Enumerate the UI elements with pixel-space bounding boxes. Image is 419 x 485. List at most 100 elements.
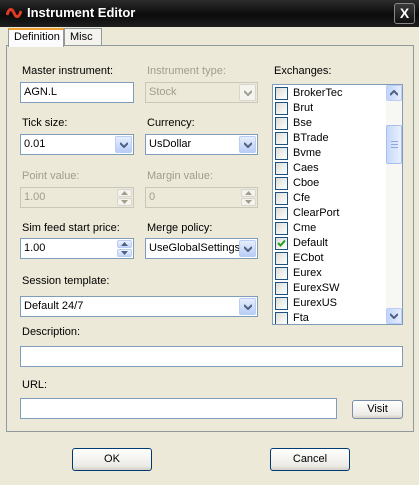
- url-label: URL:: [22, 379, 48, 391]
- point-value-label: Point value:: [22, 170, 80, 182]
- exchange-item[interactable]: Cme: [275, 221, 387, 236]
- checkbox[interactable]: [275, 162, 288, 175]
- exchange-item-label: Eurex: [293, 267, 322, 279]
- checkbox[interactable]: [275, 252, 288, 265]
- checkbox-checked[interactable]: [275, 237, 288, 250]
- exchange-item[interactable]: Bse: [275, 116, 387, 131]
- checkbox[interactable]: [275, 102, 288, 115]
- checkbox[interactable]: [275, 177, 288, 190]
- exchanges-scrollbar[interactable]: [386, 85, 402, 324]
- tick-size-label: Tick size:: [22, 117, 68, 129]
- checkbox[interactable]: [275, 267, 288, 280]
- checkbox[interactable]: [275, 132, 288, 145]
- chevron-down-icon: [239, 84, 256, 101]
- tick-size-select[interactable]: 0.01: [20, 134, 134, 155]
- sim-feed-start-price-spinner[interactable]: 1.00: [20, 238, 134, 259]
- session-template-select[interactable]: Default 24/7: [20, 296, 258, 317]
- exchange-item-label: ECbot: [293, 252, 324, 264]
- point-value-value: 1.00: [24, 191, 46, 203]
- url-field[interactable]: [20, 398, 337, 419]
- tick-size-value: 0.01: [24, 138, 46, 150]
- exchange-item-label: Bse: [293, 117, 312, 129]
- exchange-item-label: Cboe: [293, 177, 320, 189]
- exchange-item-label: Default: [293, 237, 328, 249]
- tab-misc[interactable]: Misc: [64, 28, 102, 46]
- currency-label: Currency:: [147, 117, 195, 129]
- sim-feed-start-price-value: 1.00: [24, 242, 46, 254]
- exchange-item[interactable]: ECbot: [275, 251, 387, 266]
- instrument-type-select[interactable]: Stock: [145, 82, 258, 103]
- spin-down-icon: [241, 198, 256, 206]
- currency-value: UsDollar: [149, 138, 192, 150]
- spin-up-icon: [117, 189, 132, 197]
- tab-definition[interactable]: Definition: [8, 28, 64, 47]
- exchange-item-label: BTrade: [293, 132, 329, 144]
- master-instrument-field[interactable]: AGN.L: [20, 82, 134, 103]
- point-value-spinner[interactable]: 1.00: [20, 187, 134, 208]
- scroll-down-button[interactable]: [386, 308, 402, 324]
- spinner-buttons: [117, 240, 132, 257]
- exchange-item[interactable]: Fta: [275, 311, 387, 324]
- session-template-value: Default 24/7: [24, 300, 84, 312]
- checkbox[interactable]: [275, 282, 288, 295]
- checkbox[interactable]: [275, 222, 288, 235]
- spin-up-icon[interactable]: [117, 240, 132, 248]
- exchange-item[interactable]: Brut: [275, 101, 387, 116]
- instrument-editor-window: Instrument Editor X Definition Misc Mast…: [0, 0, 419, 485]
- exchange-item[interactable]: Bvme: [275, 146, 387, 161]
- exchange-item-label: EurexUS: [293, 297, 338, 309]
- window-title: Instrument Editor: [27, 5, 136, 20]
- exchange-item[interactable]: Cfe: [275, 191, 387, 206]
- checkbox[interactable]: [275, 297, 288, 310]
- exchange-item[interactable]: Caes: [275, 161, 387, 176]
- description-label: Description:: [22, 326, 81, 338]
- currency-select[interactable]: UsDollar: [145, 134, 258, 155]
- checkbox[interactable]: [275, 117, 288, 130]
- master-instrument-label: Master instrument:: [22, 65, 114, 77]
- checkbox[interactable]: [275, 312, 288, 324]
- exchange-item-label: BrokerTec: [293, 87, 343, 99]
- spin-down-icon: [117, 198, 132, 206]
- cancel-button[interactable]: Cancel: [270, 448, 350, 471]
- exchange-item[interactable]: BTrade: [275, 131, 387, 146]
- checkbox[interactable]: [275, 207, 288, 220]
- spinner-buttons: [117, 189, 132, 206]
- spin-down-icon[interactable]: [117, 249, 132, 257]
- checkmark-icon: [277, 239, 286, 247]
- close-button[interactable]: X: [394, 3, 415, 24]
- spinner-buttons: [241, 189, 256, 206]
- visit-button[interactable]: Visit: [352, 400, 403, 419]
- scroll-up-button[interactable]: [386, 85, 402, 101]
- merge-policy-select[interactable]: UseGlobalSettings: [145, 238, 258, 259]
- exchange-item[interactable]: Default: [275, 236, 387, 251]
- title-bar[interactable]: Instrument Editor X: [0, 0, 419, 27]
- exchange-item[interactable]: EurexUS: [275, 296, 387, 311]
- exchange-item[interactable]: BrokerTec: [275, 86, 387, 101]
- chevron-down-icon[interactable]: [239, 136, 256, 153]
- merge-policy-label: Merge policy:: [147, 222, 213, 234]
- exchange-item-label: Cfe: [293, 192, 311, 204]
- instrument-type-label: Instrument type:: [147, 65, 226, 77]
- description-field[interactable]: [20, 346, 403, 367]
- ok-button[interactable]: OK: [72, 448, 152, 471]
- sim-feed-start-price-label: Sim feed start price:: [22, 222, 120, 234]
- exchange-item[interactable]: Eurex: [275, 266, 387, 281]
- margin-value-spinner[interactable]: 0: [145, 187, 258, 208]
- checkbox[interactable]: [275, 87, 288, 100]
- exchanges-list[interactable]: BrokerTec Brut Bse BTrade Bvme Caes Cboe Cfe Cle…: [272, 84, 403, 325]
- exchange-item[interactable]: ClearPort: [275, 206, 387, 221]
- chevron-down-icon[interactable]: [115, 136, 132, 153]
- checkbox[interactable]: [275, 147, 288, 160]
- exchange-item-label: Brut: [293, 102, 314, 114]
- chevron-down-icon[interactable]: [239, 240, 256, 257]
- checkbox[interactable]: [275, 192, 288, 205]
- chevron-down-icon[interactable]: [239, 298, 256, 315]
- margin-value-label: Margin value:: [147, 170, 214, 182]
- app-logo-icon: [6, 8, 22, 18]
- exchange-item-label: EurexSW: [293, 282, 340, 294]
- exchanges-label: Exchanges:: [274, 65, 332, 77]
- spin-up-icon: [241, 189, 256, 197]
- exchange-item[interactable]: EurexSW: [275, 281, 387, 296]
- exchange-item[interactable]: Cboe: [275, 176, 387, 191]
- scroll-thumb[interactable]: [386, 125, 402, 164]
